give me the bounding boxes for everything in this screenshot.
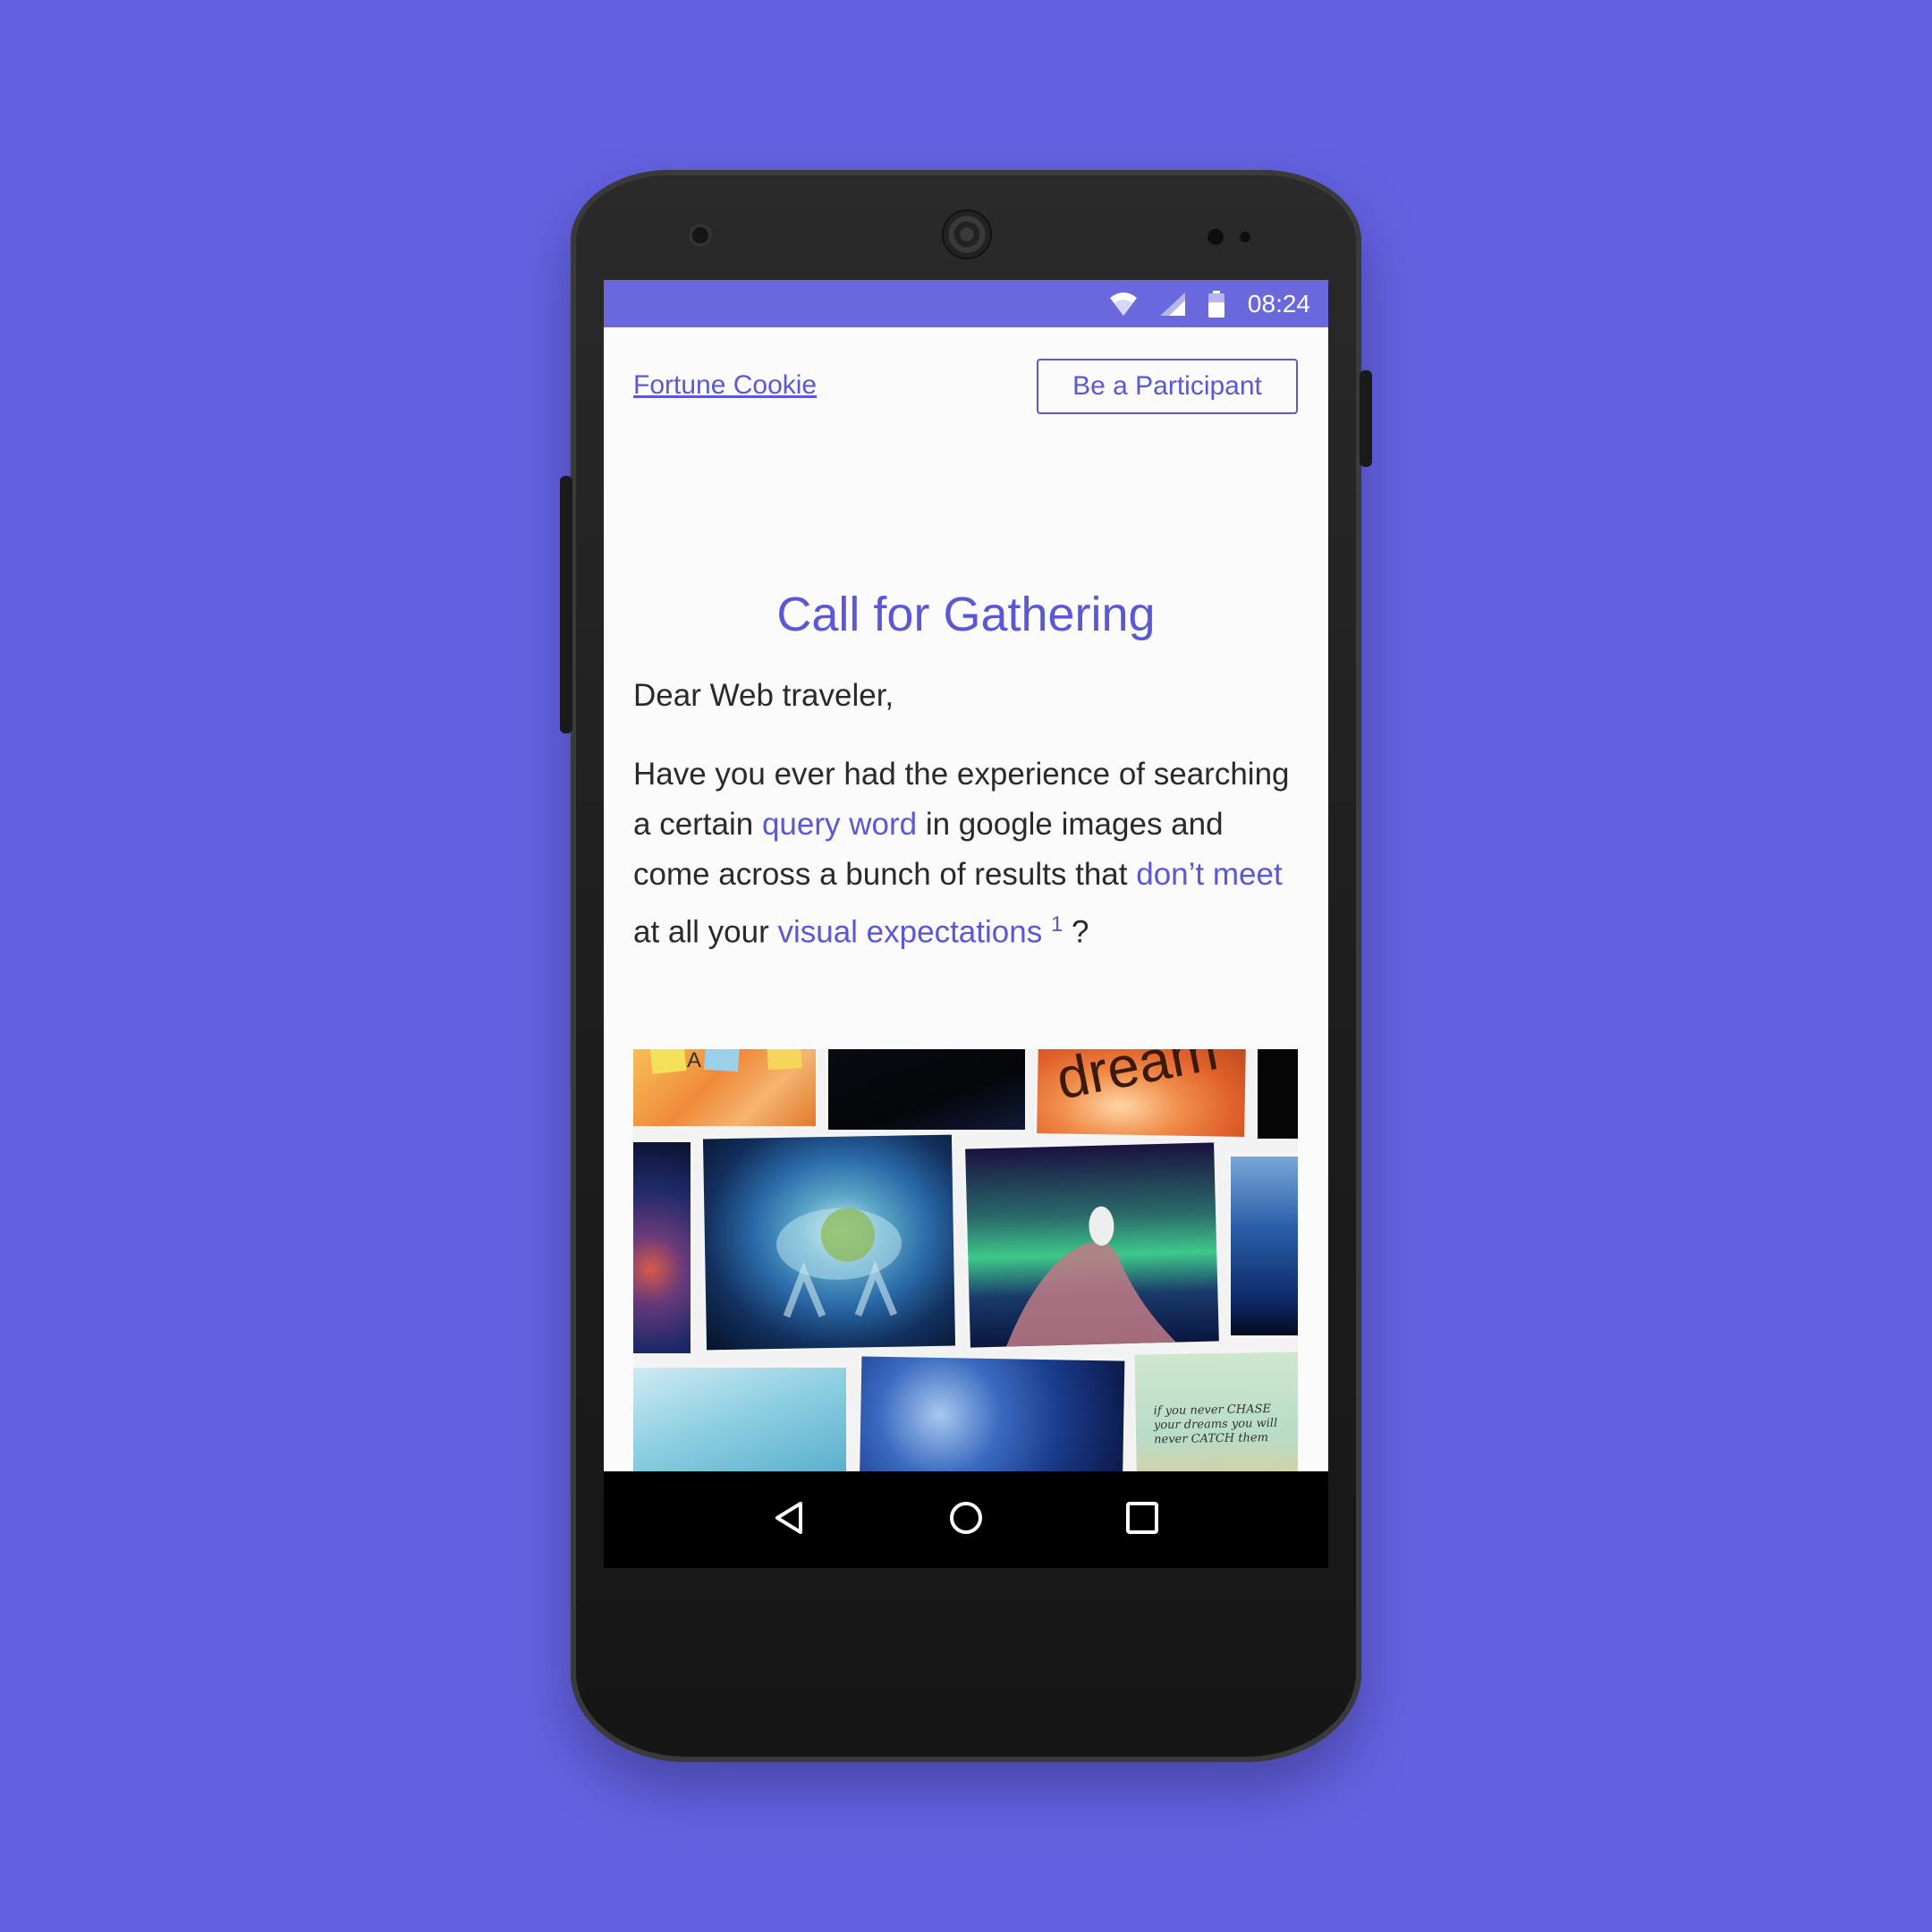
participant-button[interactable]: Be a Participant bbox=[1037, 359, 1298, 414]
footnote-marker[interactable]: 1 bbox=[1051, 912, 1063, 936]
svg-text:A: A bbox=[687, 1049, 701, 1072]
dream-word: dream bbox=[1051, 1049, 1224, 1112]
collage-image-black[interactable] bbox=[1258, 1049, 1298, 1139]
collage-image-dream-word[interactable]: dream bbox=[1037, 1049, 1246, 1138]
top-nav: Fortune Cookie Be a Participant bbox=[604, 327, 1328, 470]
collage-image-city-lights[interactable] bbox=[633, 1142, 691, 1353]
quote-text: if you never CHASE your dreams you will … bbox=[1153, 1402, 1278, 1447]
light-sensor bbox=[1240, 232, 1250, 242]
brand-link[interactable]: Fortune Cookie bbox=[633, 370, 817, 401]
battery-icon bbox=[1208, 290, 1224, 318]
volume-button bbox=[560, 476, 572, 733]
intro-paragraph: Have you ever had the experience of sear… bbox=[633, 750, 1304, 958]
wifi-icon bbox=[1109, 292, 1137, 316]
greeting: Dear Web traveler, bbox=[633, 678, 894, 713]
page-title: Call for Gathering bbox=[776, 588, 1156, 641]
recents-icon[interactable] bbox=[1124, 1500, 1160, 1540]
paragraph-text: at all your bbox=[633, 914, 778, 950]
earpiece-speaker bbox=[944, 211, 990, 258]
visual-expectations-link[interactable]: visual expectations bbox=[777, 915, 1042, 950]
clock: 08:24 bbox=[1247, 289, 1310, 318]
query-word-link[interactable]: query word bbox=[762, 807, 917, 842]
status-bar: 08:24 bbox=[604, 280, 1328, 327]
collage-image-aurora-seal[interactable] bbox=[965, 1142, 1219, 1348]
back-icon[interactable] bbox=[772, 1500, 808, 1540]
proximity-sensor bbox=[1208, 229, 1224, 245]
collage-image-horse-art[interactable] bbox=[702, 1134, 956, 1351]
paragraph-text: ? bbox=[1063, 914, 1089, 950]
power-button bbox=[1360, 370, 1372, 467]
front-camera bbox=[689, 224, 712, 247]
system-nav-bar bbox=[604, 1471, 1328, 1568]
collage-image-ocean[interactable] bbox=[1231, 1157, 1298, 1335]
phone-screen: 08:24 Fortune Cookie Be a Participant Ca… bbox=[604, 280, 1328, 1568]
home-icon[interactable] bbox=[948, 1500, 984, 1540]
dont-meet-link[interactable]: don’t meet bbox=[1136, 857, 1282, 892]
collage-image-dark[interactable] bbox=[828, 1049, 1025, 1130]
collage-image-sticky-notes[interactable]: A bbox=[633, 1049, 816, 1126]
signal-icon bbox=[1159, 292, 1185, 316]
